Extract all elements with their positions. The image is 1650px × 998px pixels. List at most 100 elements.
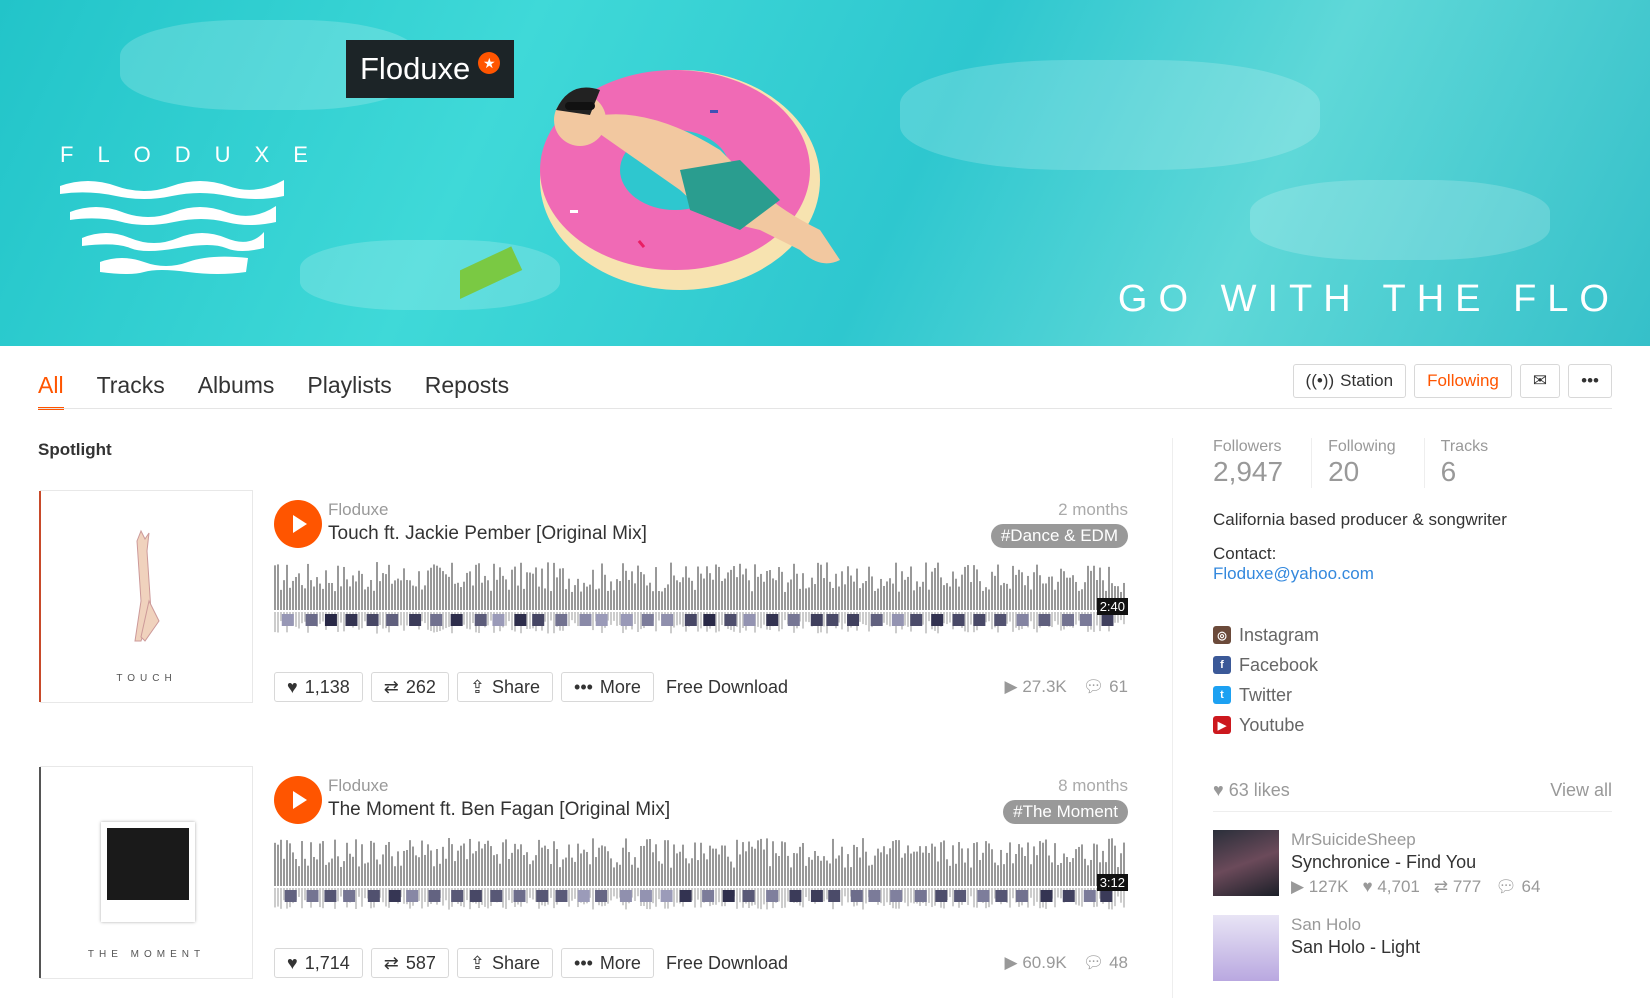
banner-slogan: GO WITH THE FLO — [1117, 278, 1620, 320]
waveform-bar — [526, 572, 528, 610]
waveform-bar — [946, 859, 948, 886]
waveform-reflection-bar — [298, 612, 300, 629]
repost-button[interactable]: ⇄ 587 — [370, 948, 449, 978]
liked-track-title[interactable]: Synchronice - Find You — [1291, 852, 1540, 873]
waveform-bar — [718, 566, 720, 610]
waveform-bar — [766, 838, 768, 886]
comment-avatar — [595, 890, 608, 902]
comment-avatar — [641, 614, 654, 626]
waveform-bar — [748, 841, 750, 886]
waveform-bar — [688, 863, 690, 886]
waveform[interactable] — [274, 562, 1128, 634]
waveform-bar — [889, 848, 891, 886]
like-button[interactable]: ♥ 1,714 — [274, 948, 363, 978]
waveform-bar — [586, 586, 588, 610]
free-download-link[interactable]: Free Download — [666, 953, 788, 974]
donut-float-illustration — [460, 70, 840, 300]
waveform-bar — [709, 845, 711, 886]
waveform-bar — [820, 860, 822, 886]
waveform[interactable] — [274, 838, 1128, 910]
station-button[interactable]: ((•)) Station — [1292, 364, 1407, 398]
liked-track-artwork[interactable] — [1213, 830, 1279, 896]
tab-albums[interactable]: Albums — [198, 372, 275, 410]
waveform-bar — [991, 849, 993, 886]
waveform-bar — [385, 844, 387, 886]
twitter-link[interactable]: t Twitter — [1213, 680, 1612, 710]
comment-avatar — [703, 614, 716, 626]
track-artwork[interactable]: TOUCH — [39, 490, 253, 703]
repost-count[interactable]: ⇄ 777 — [1434, 877, 1481, 897]
waveform-bar — [781, 571, 783, 610]
waveform-bar — [757, 840, 759, 886]
track-artist[interactable]: Floduxe — [328, 500, 388, 520]
more-button[interactable]: ••• More — [561, 672, 654, 702]
waveform-bar — [403, 850, 405, 886]
waveform-reflection-bar — [592, 612, 594, 631]
comment-count[interactable]: 💬︎ 61 — [1083, 677, 1128, 697]
waveform-bar — [997, 564, 999, 610]
waveform-bar — [283, 580, 285, 610]
following-button[interactable]: Following — [1414, 364, 1512, 398]
youtube-link[interactable]: ▶ Youtube — [1213, 710, 1612, 740]
more-label: More — [599, 676, 641, 697]
waveform-bar — [943, 840, 945, 886]
more-options-button[interactable]: ••• — [1568, 364, 1612, 398]
waveform-bar — [823, 578, 825, 610]
liked-track-title[interactable]: San Holo - Light — [1291, 937, 1420, 958]
waveform-bar — [970, 582, 972, 610]
play-button[interactable] — [274, 776, 322, 824]
waveform-bar — [535, 855, 537, 886]
waveform-bar — [691, 580, 693, 610]
waveform-bar — [337, 565, 339, 610]
comment-count[interactable]: 💬︎ 48 — [1083, 953, 1128, 973]
track-title[interactable]: Touch ft. Jackie Pember [Original Mix] — [328, 523, 647, 545]
tab-all[interactable]: All — [38, 372, 64, 410]
like-count[interactable]: ♥ 4,701 — [1363, 877, 1420, 897]
share-button[interactable]: ⇪ Share — [456, 672, 554, 702]
waveform-bar — [523, 588, 525, 610]
tab-tracks[interactable]: Tracks — [97, 372, 165, 410]
waveform-reflection-bar — [784, 888, 786, 908]
view-all-link[interactable]: View all — [1550, 780, 1612, 801]
repost-button[interactable]: ⇄ 262 — [370, 672, 449, 702]
instagram-link[interactable]: ◎ Instagram — [1213, 620, 1612, 650]
tracks-stat[interactable]: Tracks 6 — [1441, 438, 1516, 488]
play-button[interactable] — [274, 500, 322, 548]
share-button[interactable]: ⇪ Share — [456, 948, 554, 978]
message-button[interactable]: ✉ — [1519, 364, 1561, 398]
waveform-bar — [829, 863, 831, 886]
waveform-bar — [832, 838, 834, 886]
tab-reposts[interactable]: Reposts — [425, 372, 509, 410]
like-button[interactable]: ♥ 1,138 — [274, 672, 363, 702]
track-artist[interactable]: Floduxe — [328, 776, 388, 796]
liked-track-artwork[interactable] — [1213, 915, 1279, 981]
liked-track-artist[interactable]: San Holo — [1291, 915, 1420, 935]
waveform-reflection-bar — [358, 612, 360, 630]
genre-tag[interactable]: #The Moment — [1003, 800, 1128, 824]
heart-icon: ♥ — [287, 952, 298, 973]
more-button[interactable]: ••• More — [561, 948, 654, 978]
waveform-bar — [376, 562, 378, 610]
liked-track-artist[interactable]: MrSuicideSheep — [1291, 830, 1540, 850]
track-title[interactable]: The Moment ft. Ben Fagan [Original Mix] — [328, 799, 670, 821]
free-download-link[interactable]: Free Download — [666, 677, 788, 698]
more-label: More — [599, 952, 641, 973]
waveform-bar — [325, 570, 327, 610]
waveform-bar — [976, 842, 978, 886]
waveform-bar — [691, 858, 693, 886]
comment-avatar — [306, 890, 319, 902]
tab-playlists[interactable]: Playlists — [307, 372, 391, 410]
waveform-reflection-bar — [1012, 888, 1014, 899]
followers-stat[interactable]: Followers 2,947 — [1213, 438, 1313, 488]
contact-email-link[interactable]: Floduxe@yahoo.com — [1213, 564, 1612, 584]
comment-avatar — [532, 614, 545, 626]
waveform-reflection-bar — [967, 612, 969, 633]
waveform-bar — [289, 587, 291, 610]
track-artwork[interactable]: THE MOMENT — [39, 766, 253, 979]
genre-tag[interactable]: #Dance & EDM — [990, 524, 1128, 548]
following-stat[interactable]: Following 20 — [1328, 438, 1425, 488]
waveform-bar — [496, 579, 498, 610]
facebook-link[interactable]: f Facebook — [1213, 650, 1612, 680]
comment-count[interactable]: 💬︎ 64 — [1495, 877, 1540, 897]
waveform-bar — [559, 568, 561, 610]
